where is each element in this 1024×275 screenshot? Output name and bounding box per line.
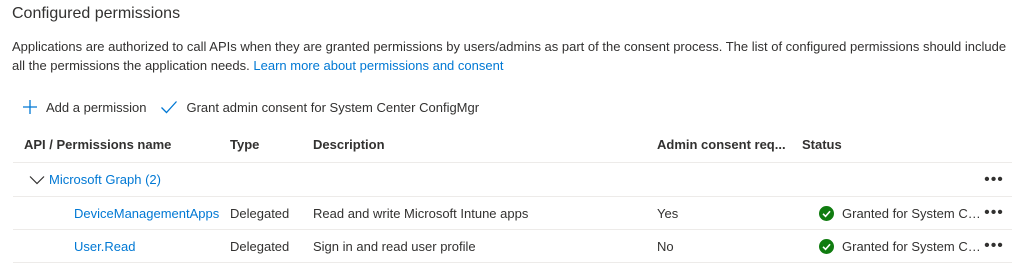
group-toggle[interactable]: Microsoft Graph (2) (29, 163, 161, 196)
more-icon[interactable]: ••• (984, 238, 1004, 254)
command-bar: Add a permission Grant admin consent for… (22, 96, 479, 118)
description-cell: Read and write Microsoft Intune apps (313, 205, 529, 221)
page-title: Configured permissions (12, 5, 181, 22)
type-cell: Delegated (230, 238, 290, 254)
admin-consent-cell: Yes (657, 205, 679, 221)
table-row: DeviceManagementApps.R Delegated Read an… (13, 197, 1012, 230)
more-icon[interactable]: ••• (984, 171, 1004, 187)
checkmark-icon (160, 99, 178, 115)
chevron-down-icon (29, 175, 45, 185)
column-header-status[interactable]: Status (802, 126, 982, 162)
permission-name-cell: User.Read (74, 230, 220, 262)
plus-icon (22, 99, 38, 115)
table-row: User.Read Delegated Sign in and read use… (13, 230, 1012, 263)
grant-admin-consent-button[interactable]: Grant admin consent for System Center Co… (160, 99, 479, 115)
column-header-api[interactable]: API / Permissions name (24, 126, 230, 162)
grant-admin-consent-label: Grant admin consent for System Center Co… (186, 99, 480, 115)
status-text: Granted for System Cen... (842, 238, 982, 254)
row-more-cell: ••• (981, 230, 1007, 262)
status-cell: Granted for System Cen... (802, 230, 982, 262)
status-cell: Granted for System Cen... (802, 197, 982, 229)
column-header-description[interactable]: Description (313, 126, 657, 162)
permission-link[interactable]: User.Read (74, 239, 135, 254)
admin-consent-cell: No (657, 238, 674, 254)
table-header-row: API / Permissions name Type Description … (13, 126, 1012, 163)
more-icon[interactable]: ••• (984, 205, 1004, 221)
type-cell: Delegated (230, 205, 290, 221)
row-more-cell: ••• (981, 197, 1007, 229)
group-label: Microsoft Graph (2) (49, 172, 161, 187)
description-cell: Sign in and read user profile (313, 238, 476, 254)
permission-link[interactable]: DeviceManagementApps.R (74, 206, 220, 221)
check-circle-icon (819, 205, 834, 221)
add-permission-label: Add a permission (46, 99, 147, 115)
column-header-type[interactable]: Type (230, 126, 313, 162)
status-text: Granted for System Cen... (842, 205, 982, 221)
group-more-cell: ••• (981, 163, 1007, 196)
permissions-table: API / Permissions name Type Description … (13, 126, 1012, 263)
permissions-description: Applications are authorized to call APIs… (12, 37, 1012, 75)
column-header-admin-consent[interactable]: Admin consent req... (657, 126, 802, 162)
description-text: Applications are authorized to call APIs… (12, 39, 1007, 73)
add-permission-button[interactable]: Add a permission (22, 99, 146, 115)
group-row-microsoft-graph: Microsoft Graph (2) ••• (13, 163, 1012, 197)
learn-more-link[interactable]: Learn more about permissions and consent (253, 58, 503, 73)
check-circle-icon (819, 238, 834, 254)
permission-name-cell: DeviceManagementApps.R (74, 197, 220, 229)
